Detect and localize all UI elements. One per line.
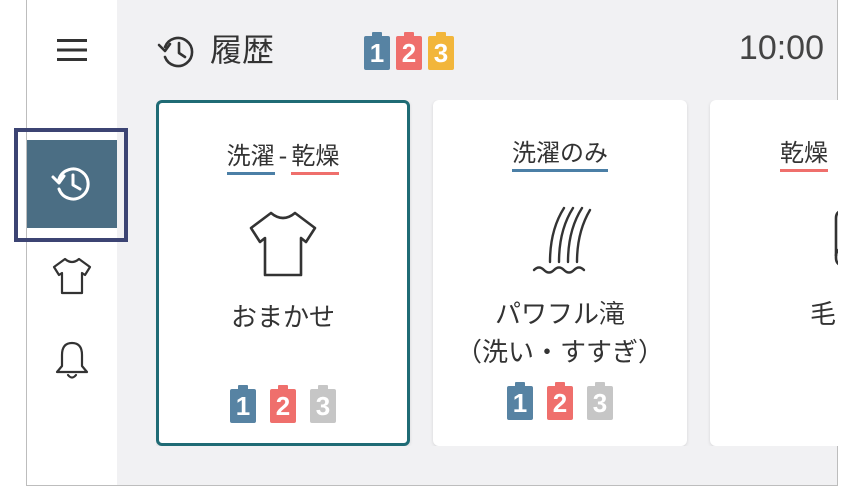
card-mode-label: 乾燥 [780,136,838,172]
menu-button[interactable] [27,24,117,76]
history-card-omakase[interactable]: 洗濯 - 乾燥 おまかせ 1 2 3 [156,100,410,446]
history-clock-icon [157,36,194,68]
battery-1-icon: 1 [364,32,390,70]
card-program-name: パワフル滝 （洗い・すすぎ） [455,300,664,368]
battery-3-icon: 3 [428,32,454,70]
shirt-icon [249,211,317,277]
clock: 10:00 [738,29,824,67]
focus-ring [14,128,128,242]
card-program-name: おまかせ [230,303,335,333]
card-battery-group: 1 2 3 [433,382,687,420]
battery-2-icon: 2 [547,382,573,420]
card-battery-group: 1 2 3 [159,385,407,423]
waterfall-icon [532,206,592,274]
history-card-blanket[interactable]: 乾燥 毛 [710,100,838,446]
bell-icon [55,341,89,379]
blanket-icon [834,210,838,266]
battery-2-icon: 2 [270,385,296,423]
sidebar-item-laundry[interactable] [27,248,117,304]
sidebar [27,0,117,485]
battery-2-icon: 2 [396,32,422,70]
battery-3-icon: 3 [587,382,613,420]
battery-3-icon: 3 [310,385,336,423]
page-title: 履歴 [210,31,275,69]
hamburger-menu-icon [57,39,87,61]
history-card-powerful-waterfall[interactable]: 洗濯のみ パワフル滝 （洗い・すすぎ） 1 2 3 [433,100,687,446]
mode-dry-label: 乾燥 [780,139,828,172]
sidebar-item-notifications[interactable] [27,332,117,388]
battery-1-icon: 1 [230,385,256,423]
battery-1-icon: 1 [507,382,533,420]
card-mode-label: 洗濯のみ [433,136,687,172]
battery-indicator-group: 1 2 3 [364,32,454,70]
mode-wash-only-label: 洗濯のみ [512,139,608,172]
card-program-name: 毛 [810,300,837,330]
mode-wash-label: 洗濯 [226,142,275,175]
shirt-icon [52,257,92,295]
card-mode-label: 洗濯 - 乾燥 [159,139,407,175]
mode-dry-label: 乾燥 [291,142,340,175]
history-card-list: 洗濯-乾燥 おまかせ 1 2 3 洗濯のみ パワフル滝 （洗い・すすぎ） 1 [156,100,838,446]
